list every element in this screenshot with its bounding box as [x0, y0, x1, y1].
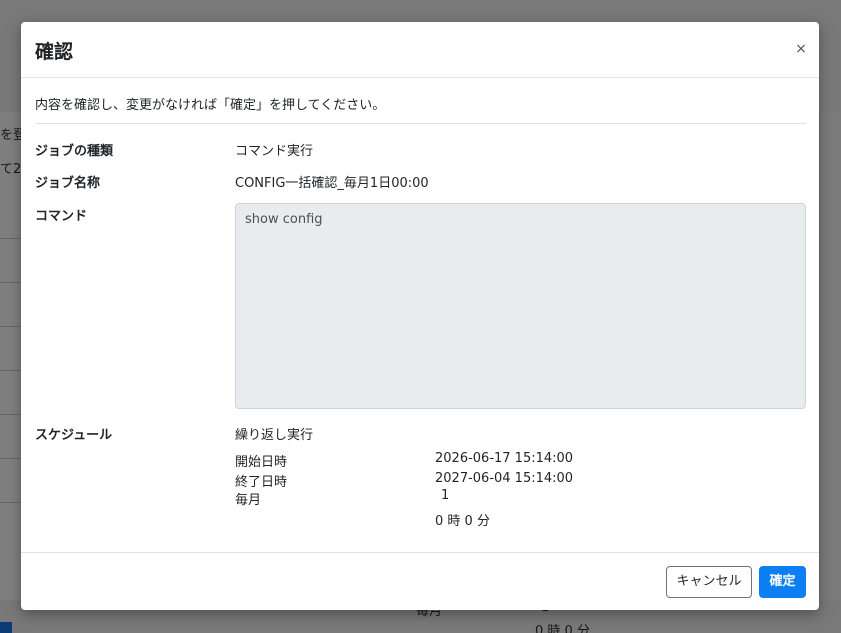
end-datetime-value: 2027-06-04 15:14:00 — [435, 471, 574, 486]
end-datetime-label: 終了日時 — [235, 475, 288, 490]
confirm-dialog: 確認 × 内容を確認し、変更がなければ「確定」を押してください。 ジョブの種類 … — [21, 22, 819, 610]
start-datetime-label: 開始日時 — [235, 455, 288, 470]
schedule-label: スケジュール — [35, 428, 113, 443]
dialog-instruction: 内容を確認し、変更がなければ「確定」を押してください。 — [35, 98, 386, 113]
confirm-button[interactable]: 確定 — [759, 566, 806, 598]
job-type-label: ジョブの種類 — [35, 144, 114, 159]
command-text: show config — [245, 212, 323, 227]
command-label: コマンド — [35, 209, 88, 224]
job-type-value: コマンド実行 — [235, 144, 314, 159]
frequency-label: 毎月 — [235, 493, 262, 508]
divider — [35, 123, 806, 124]
day-of-month-value: 1 — [441, 488, 450, 503]
close-icon[interactable]: × — [791, 39, 811, 59]
schedule-mode: 繰り返し実行 — [235, 428, 314, 443]
job-name-value: CONFIG一括確認_毎月1日00:00 — [235, 176, 429, 191]
command-textarea[interactable]: show config — [235, 203, 806, 409]
dialog-footer: キャンセル 確定 — [21, 552, 819, 610]
dialog-header: 確認 × — [21, 22, 819, 78]
dialog-title: 確認 — [35, 41, 74, 63]
time-value: 0 時 0 分 — [435, 514, 490, 529]
cancel-button[interactable]: キャンセル — [666, 566, 752, 598]
start-datetime-value: 2026-06-17 15:14:00 — [435, 451, 574, 466]
job-name-label: ジョブ名称 — [35, 176, 101, 191]
